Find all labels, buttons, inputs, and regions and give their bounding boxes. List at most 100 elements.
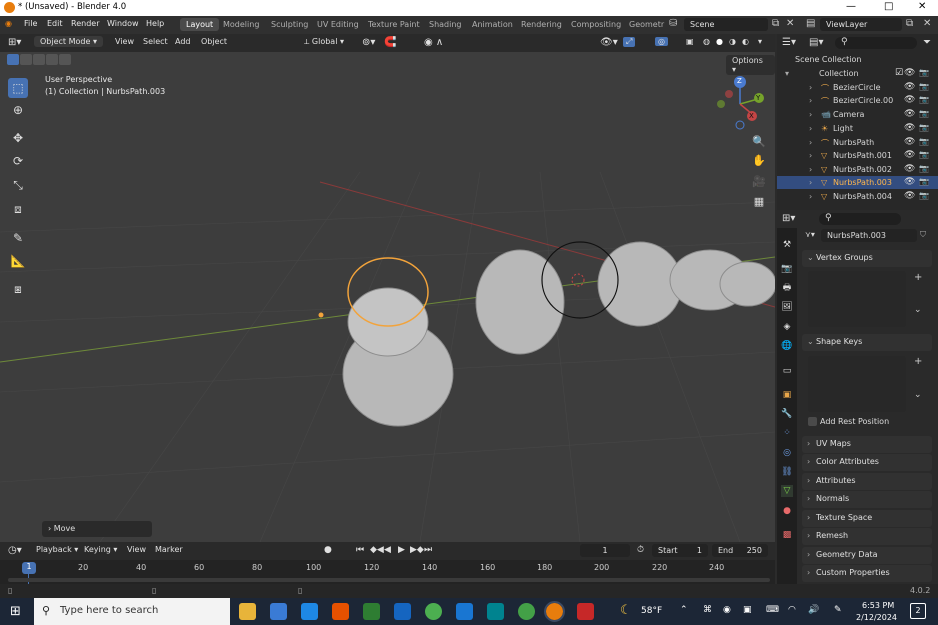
- texture-tab-icon[interactable]: ▩: [781, 529, 793, 541]
- rotate-tool-icon[interactable]: ⟳: [8, 151, 28, 171]
- data-tab-icon[interactable]: ▽: [781, 485, 793, 497]
- camera-view-icon[interactable]: 🎥: [751, 174, 767, 190]
- blender-menu-icon[interactable]: ◉: [5, 19, 12, 28]
- jump-start-icon[interactable]: ⏮: [356, 545, 364, 555]
- eye-icon[interactable]: 👁: [904, 177, 915, 187]
- weather-temp[interactable]: 58°F: [641, 606, 662, 616]
- windows-start-icon[interactable]: ⊞: [10, 604, 21, 619]
- tab-modeling[interactable]: Modeling: [223, 20, 259, 29]
- 3d-cursor[interactable]: [571, 273, 585, 287]
- tab-sculpting[interactable]: Sculpting: [271, 20, 308, 29]
- zoom-icon[interactable]: 🔍: [751, 134, 767, 150]
- shading-material-icon[interactable]: ◑: [729, 37, 736, 46]
- prev-keyframe-icon[interactable]: ◆◀: [370, 545, 384, 555]
- office-app-icon[interactable]: [332, 603, 349, 620]
- camera-icon[interactable]: 📷: [919, 68, 929, 77]
- vertex-group-menu-button[interactable]: ⌄: [914, 305, 922, 315]
- panel-color-attributes[interactable]: › Color Attributes: [802, 454, 932, 471]
- eye-icon[interactable]: 👁: [904, 123, 915, 133]
- play-reverse-icon[interactable]: ◀: [384, 545, 391, 555]
- file-explorer-icon[interactable]: [239, 603, 256, 620]
- record-icon[interactable]: ●: [324, 545, 332, 555]
- eye-icon[interactable]: 👁: [904, 137, 915, 147]
- camera-icon[interactable]: 📷: [919, 123, 929, 132]
- camera-icon[interactable]: 📷: [919, 82, 929, 91]
- output-tab-icon[interactable]: 🖶: [781, 282, 793, 294]
- menu-render[interactable]: Render: [71, 19, 99, 28]
- xbox-app-icon[interactable]: [363, 603, 380, 620]
- tab-animation[interactable]: Animation: [472, 20, 513, 29]
- shading-solid-icon[interactable]: ●: [716, 37, 723, 46]
- outliner-row[interactable]: › ⌒ BezierCircle 👁 📷: [777, 81, 938, 94]
- notifications-badge[interactable]: 2: [910, 603, 926, 619]
- new-scene-icon[interactable]: ⧉: [772, 18, 779, 29]
- tab-geometry[interactable]: Geometr: [629, 20, 664, 29]
- shading-rendered-icon[interactable]: ◐: [742, 37, 749, 46]
- mode-selector[interactable]: Object Mode ▾: [34, 36, 103, 47]
- move-tool-icon[interactable]: ✥: [8, 128, 28, 148]
- eye-icon[interactable]: 👁: [904, 82, 915, 92]
- jump-end-icon[interactable]: ⏭: [424, 545, 432, 555]
- menu-object[interactable]: Object: [201, 37, 227, 46]
- marker-menu[interactable]: Marker: [155, 545, 183, 554]
- panel-custom-properties[interactable]: › Custom Properties: [802, 565, 932, 582]
- scene-tab-icon[interactable]: ◈: [781, 321, 793, 333]
- shape-key-menu-button[interactable]: ⌄: [914, 390, 922, 400]
- properties-editor-icon[interactable]: ⊞▾: [782, 213, 795, 224]
- collection-tab-icon[interactable]: ▭: [781, 365, 793, 377]
- volume-icon[interactable]: 🔊: [808, 605, 819, 615]
- end-frame-field[interactable]: End 250: [712, 544, 768, 557]
- select-mode-extend-icon[interactable]: [20, 54, 32, 65]
- menu-window[interactable]: Window: [107, 19, 139, 28]
- tab-compositing[interactable]: Compositing: [571, 20, 621, 29]
- next-keyframe-icon[interactable]: ▶◆: [410, 545, 424, 555]
- pivot-icon[interactable]: ⊚▾: [362, 37, 375, 48]
- menu-add[interactable]: Add: [175, 37, 191, 46]
- tab-layout[interactable]: Layout: [180, 18, 220, 31]
- playhead-label[interactable]: 1: [22, 562, 36, 574]
- particles-tab-icon[interactable]: ⁘: [781, 427, 793, 439]
- outliner-row[interactable]: › ⌒ BezierCircle.00 👁 📷: [777, 94, 938, 107]
- outliner-collection[interactable]: ▾ Collection ☑ 👁 📷: [777, 67, 938, 80]
- view-layer-field[interactable]: ViewLayer: [820, 18, 902, 31]
- menu-view[interactable]: View: [115, 37, 134, 46]
- shading-options-icon[interactable]: ▾: [758, 37, 762, 46]
- panel-texture-space[interactable]: › Texture Space: [802, 510, 932, 527]
- select-mode-subtract-icon[interactable]: [33, 54, 45, 65]
- vertex-groups-list[interactable]: [808, 271, 906, 327]
- transform-tool-icon[interactable]: ⧈: [8, 199, 28, 219]
- timeline-scrollbar[interactable]: [8, 578, 770, 582]
- add-cube-tool-icon[interactable]: ⧆: [8, 279, 28, 299]
- camera-icon[interactable]: 📷: [919, 95, 929, 104]
- pan-hand-icon[interactable]: ✋: [751, 153, 767, 169]
- annotate-tool-icon[interactable]: ✎: [8, 228, 28, 248]
- store-icon[interactable]: [270, 603, 287, 620]
- select-box-tool-icon[interactable]: ⬚: [8, 78, 28, 98]
- scene-field[interactable]: Scene: [684, 18, 768, 31]
- menu-select[interactable]: Select: [143, 37, 168, 46]
- select-mode-invert-icon[interactable]: [46, 54, 58, 65]
- keying-menu[interactable]: Keying ▾: [84, 545, 117, 554]
- taskbar-search-box[interactable]: ⚲ Type here to search: [34, 598, 230, 625]
- outliner-editor-icon[interactable]: ☰▾: [782, 37, 796, 48]
- constraints-tab-icon[interactable]: ⛓: [781, 466, 793, 478]
- tab-rendering[interactable]: Rendering: [521, 20, 562, 29]
- eye-icon[interactable]: 👁: [904, 191, 915, 201]
- code-editor-icon[interactable]: [456, 603, 473, 620]
- gizmo-toggle-icon[interactable]: ⤢: [623, 37, 636, 47]
- maximize-button[interactable]: □: [884, 1, 893, 12]
- play-icon[interactable]: ▶: [398, 545, 405, 555]
- outliner-row[interactable]: › ▽ NurbsPath.004 👁 📷: [777, 190, 938, 203]
- tab-uv-editing[interactable]: UV Editing: [317, 20, 359, 29]
- snap-icon[interactable]: 🧲: [384, 37, 396, 48]
- object-tab-icon[interactable]: ▣: [781, 389, 793, 401]
- display-mode-icon[interactable]: ▤▾: [809, 37, 823, 48]
- ortho-grid-icon[interactable]: ▦: [751, 194, 767, 210]
- material-tab-icon[interactable]: ●: [781, 505, 793, 517]
- proportional-edit-icon[interactable]: ◉ ∧: [424, 37, 443, 48]
- physics-tab-icon[interactable]: ◎: [781, 447, 793, 459]
- close-button[interactable]: ✕: [918, 1, 926, 12]
- new-view-layer-icon[interactable]: ⧉: [906, 18, 913, 29]
- eye-icon[interactable]: 👁: [904, 68, 915, 78]
- last-operator-panel[interactable]: › Move: [42, 521, 152, 537]
